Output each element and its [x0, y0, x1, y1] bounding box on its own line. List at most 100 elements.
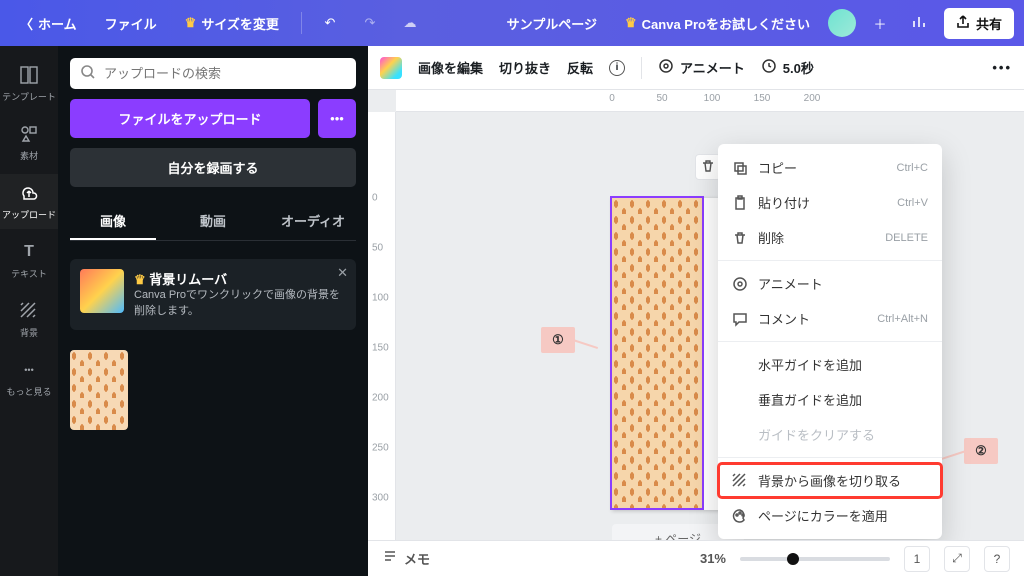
- ctx-detach-background[interactable]: 背景から画像を切り取る: [718, 463, 942, 498]
- selected-image[interactable]: [612, 198, 702, 508]
- duration-label: 5.0秒: [783, 58, 814, 77]
- info-button[interactable]: i: [609, 60, 625, 76]
- tick: 200: [804, 93, 821, 104]
- ctx-paste[interactable]: 貼り付けCtrl+V: [718, 185, 942, 220]
- animate-icon: [658, 58, 674, 77]
- rail-label: 素材: [20, 149, 38, 162]
- crop-button[interactable]: 切り抜き: [499, 58, 551, 77]
- rail-label: もっと見る: [6, 385, 51, 398]
- file-menu[interactable]: ファイル: [95, 8, 167, 39]
- flip-button[interactable]: 反転: [567, 58, 593, 77]
- avatar[interactable]: [828, 9, 856, 37]
- rail-templates[interactable]: テンプレート: [0, 56, 58, 111]
- uploads-tabs: 画像 動画 オーディオ: [70, 203, 356, 241]
- try-pro-button[interactable]: ♛ Canva Proをお試しください: [615, 8, 820, 39]
- tab-video[interactable]: 動画: [170, 203, 256, 240]
- hatch-icon: [732, 473, 748, 489]
- ctx-vguide[interactable]: 垂直ガイドを追加: [718, 382, 942, 417]
- rail-text[interactable]: T テキスト: [0, 233, 58, 288]
- annotation-2: ②: [964, 438, 998, 464]
- zoom-slider[interactable]: [740, 557, 890, 561]
- animate-button[interactable]: アニメート: [658, 58, 745, 77]
- tick: 300: [372, 493, 389, 504]
- back-home-button[interactable]: 〈 ホーム: [10, 8, 87, 39]
- add-member-button[interactable]: ＋: [864, 7, 896, 39]
- tick: 250: [372, 443, 389, 454]
- share-button[interactable]: 共有: [944, 8, 1014, 39]
- tick: 50: [656, 93, 667, 104]
- animate-label: アニメート: [680, 58, 745, 77]
- ctx-label: ページにカラーを適用: [758, 506, 888, 525]
- overflow-button[interactable]: •••: [992, 60, 1012, 75]
- page-counter[interactable]: 1: [904, 546, 930, 572]
- ruler-horizontal: 0 50 100 150 200: [396, 90, 1024, 112]
- text-icon: T: [18, 241, 40, 263]
- crown-icon: ♛: [625, 15, 637, 31]
- ctx-clear-guides: ガイドをクリアする: [718, 417, 942, 452]
- add-page-label: + ページ: [655, 530, 701, 541]
- ctx-apply-color[interactable]: ページにカラーを適用: [718, 498, 942, 533]
- ctx-delete[interactable]: 削除DELETE: [718, 220, 942, 255]
- upload-file-button[interactable]: ファイルをアップロード: [70, 99, 310, 138]
- stage[interactable]: + ページ ① ② コピーCtrl+C 貼り付けCtrl+V 削除DELETE …: [396, 112, 1024, 540]
- kb-hint: Ctrl+V: [897, 197, 928, 209]
- cloud-sync-button[interactable]: ☁: [394, 7, 426, 39]
- resize-button[interactable]: ♛ サイズを変更: [175, 8, 289, 39]
- divider: [718, 341, 942, 342]
- notes-label: メモ: [404, 549, 430, 568]
- palette-icon: [732, 508, 748, 524]
- rail-uploads[interactable]: アップロード: [0, 174, 58, 229]
- notes-icon: [382, 549, 398, 568]
- clock-icon: [761, 58, 777, 77]
- rail-background[interactable]: 背景: [0, 292, 58, 347]
- undo-icon: ↶: [324, 15, 335, 31]
- tick: 0: [372, 193, 378, 204]
- upload-thumb[interactable]: [70, 350, 128, 430]
- chevron-left-icon: 〈: [20, 14, 33, 33]
- side-rail: テンプレート 素材 アップロード T テキスト 背景 ••• もっと見る: [0, 46, 58, 576]
- ctx-comment[interactable]: コメントCtrl+Alt+N: [718, 301, 942, 336]
- tab-audio[interactable]: オーディオ: [270, 203, 356, 240]
- promo-desc: Canva Proでワンクリックで画像の背景を削除します。: [134, 288, 346, 320]
- zoom-knob[interactable]: [787, 553, 799, 565]
- ctx-hguide[interactable]: 水平ガイドを追加: [718, 347, 942, 382]
- ctx-label: コメント: [758, 309, 810, 328]
- promo-close-button[interactable]: ✕: [337, 265, 348, 281]
- share-label: 共有: [976, 14, 1002, 33]
- context-toolbar: 画像を編集 切り抜き 反転 i アニメート 5.0秒 •••: [368, 46, 1024, 90]
- top-bar: 〈 ホーム ファイル ♛ サイズを変更 ↶ ↷ ☁ サンプルページ ♛ Canv…: [0, 0, 1024, 46]
- record-yourself-button[interactable]: 自分を録画する: [70, 148, 356, 187]
- more-icon: •••: [330, 111, 344, 126]
- tab-image[interactable]: 画像: [70, 203, 156, 240]
- notes-button[interactable]: メモ: [382, 549, 430, 568]
- zoom-value: 31%: [700, 551, 726, 566]
- rail-more[interactable]: ••• もっと見る: [0, 351, 58, 406]
- color-swatch[interactable]: [380, 57, 402, 79]
- document-title[interactable]: サンプルページ: [497, 8, 607, 39]
- upload-more-button[interactable]: •••: [318, 99, 356, 138]
- copy-icon: [732, 160, 748, 176]
- edit-image-button[interactable]: 画像を編集: [418, 58, 483, 77]
- ctx-copy[interactable]: コピーCtrl+C: [718, 150, 942, 185]
- tick: 200: [372, 393, 389, 404]
- undo-button[interactable]: ↶: [314, 7, 346, 39]
- ctx-label: 垂直ガイドを追加: [758, 390, 862, 409]
- tick: 150: [754, 93, 771, 104]
- insights-button[interactable]: [904, 7, 936, 39]
- trash-icon: [732, 230, 748, 246]
- fullscreen-button[interactable]: ⤢: [944, 546, 970, 572]
- help-button[interactable]: ?: [984, 546, 1010, 572]
- redo-button[interactable]: ↷: [354, 7, 386, 39]
- rail-label: 背景: [20, 326, 38, 339]
- search-input-wrap[interactable]: [70, 58, 356, 89]
- bg-remover-promo[interactable]: ♛ 背景リムーバ Canva Proでワンクリックで画像の背景を削除します。 ✕: [70, 259, 356, 330]
- duration-button[interactable]: 5.0秒: [761, 58, 814, 77]
- canvas-area: 画像を編集 切り抜き 反転 i アニメート 5.0秒 ••• 0 50 100 …: [368, 46, 1024, 576]
- search-icon: [80, 64, 96, 83]
- redo-icon: ↷: [364, 15, 375, 31]
- rail-elements[interactable]: 素材: [0, 115, 58, 170]
- tick: 150: [372, 343, 389, 354]
- search-input[interactable]: [104, 66, 346, 81]
- kb-hint: Ctrl+C: [897, 162, 928, 174]
- ctx-animate[interactable]: アニメート: [718, 266, 942, 301]
